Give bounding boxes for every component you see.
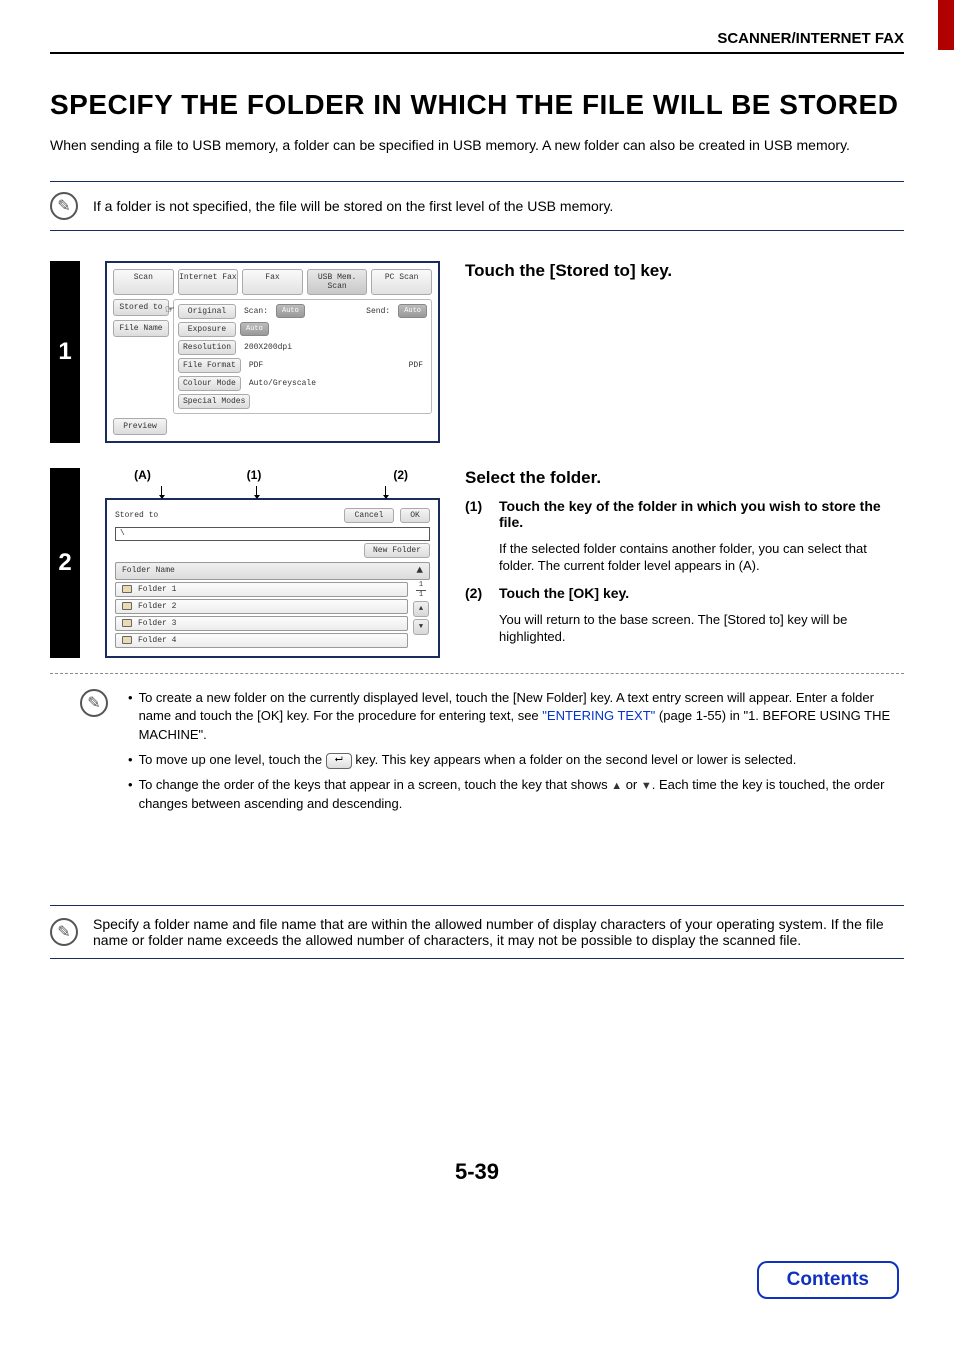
folder-icon — [122, 636, 132, 644]
dialog-title: Stored to — [115, 511, 158, 520]
note-2-text: Specify a folder name and file name that… — [93, 916, 904, 948]
step1-mock-ui: Scan Internet Fax Fax USB Mem. Scan PC S… — [105, 261, 440, 443]
tip-3-b: or — [622, 777, 641, 792]
preview-button[interactable]: Preview — [113, 418, 167, 435]
page-number: 5-39 — [50, 1159, 904, 1185]
folder-item-1[interactable]: Folder 1 — [115, 582, 408, 597]
page-total: 1 — [419, 592, 423, 599]
page-current: 1 — [419, 582, 423, 589]
header-accent — [938, 0, 954, 50]
pencil-icon: ✎ — [80, 689, 108, 717]
folder-item-2[interactable]: Folder 2 — [115, 599, 408, 614]
note-box-2: ✎ Specify a folder name and file name th… — [50, 905, 904, 959]
tab-fax[interactable]: Fax — [242, 269, 303, 295]
folder-icon — [122, 585, 132, 593]
stored-to-button[interactable]: Stored to ☞ — [113, 299, 169, 316]
file-format-value-1: PDF — [245, 359, 267, 372]
step-1-number: 1 — [50, 261, 80, 443]
section-header: SCANNER/INTERNET FAX — [50, 30, 904, 54]
page-indicator: 1 1 — [416, 582, 426, 599]
folder-icon — [122, 602, 132, 610]
folder-name-header-label: Folder Name — [122, 566, 175, 575]
folder-item-3[interactable]: Folder 3 — [115, 616, 408, 631]
folder-4-label: Folder 4 — [138, 636, 176, 645]
sub-2-desc: You will return to the base screen. The … — [499, 611, 904, 646]
folder-2-label: Folder 2 — [138, 602, 176, 611]
sort-asc-icon: ▲ — [416, 565, 423, 577]
exposure-button[interactable]: Exposure — [178, 322, 236, 337]
sub-2-num: (2) — [465, 585, 491, 605]
tip-2-a: To move up one level, touch the — [139, 752, 326, 767]
tab-pc-scan[interactable]: PC Scan — [371, 269, 432, 295]
tip-2-b: key. This key appears when a folder on t… — [352, 752, 797, 767]
step-1: 1 Scan Internet Fax Fax USB Mem. Scan PC… — [50, 261, 904, 443]
up-level-key-icon: ⮠ — [326, 753, 352, 769]
pencil-icon: ✎ — [50, 918, 78, 946]
send-label: Send: — [362, 305, 394, 318]
colour-mode-value: Auto/Greyscale — [245, 377, 320, 390]
callout-a: (A) — [105, 468, 180, 482]
step2-mock-ui: Stored to Cancel OK \ New Folder Folder … — [105, 498, 440, 658]
original-button[interactable]: Original — [178, 304, 236, 319]
triangle-down-icon: ▼ — [641, 780, 652, 792]
resolution-value: 200X200dpi — [240, 341, 296, 354]
scroll-down-button[interactable]: ▼ — [413, 619, 429, 635]
note-1-text: If a folder is not specified, the file w… — [93, 198, 613, 214]
scan-value: Auto — [276, 304, 305, 318]
stored-to-label: Stored to — [119, 303, 162, 312]
exposure-value: Auto — [240, 322, 269, 336]
send-value: Auto — [398, 304, 427, 318]
folder-3-label: Folder 3 — [138, 619, 176, 628]
entering-text-link[interactable]: "ENTERING TEXT" — [542, 708, 655, 723]
callout-2: (2) — [328, 468, 440, 482]
file-name-button[interactable]: File Name — [113, 320, 169, 337]
resolution-button[interactable]: Resolution — [178, 340, 236, 355]
step-2-title: Select the folder. — [465, 468, 904, 488]
file-format-value-2: PDF — [405, 359, 427, 372]
folder-item-4[interactable]: Folder 4 — [115, 633, 408, 648]
contents-button[interactable]: Contents — [757, 1261, 899, 1299]
tip-3-a: To change the order of the keys that app… — [139, 777, 612, 792]
intro-text: When sending a file to USB memory, a fol… — [50, 136, 904, 156]
special-modes-button[interactable]: Special Modes — [178, 394, 250, 409]
ok-button[interactable]: OK — [400, 508, 430, 523]
new-folder-button[interactable]: New Folder — [364, 543, 430, 558]
file-format-button[interactable]: File Format — [178, 358, 241, 373]
step-2: 2 (A) (1) (2) Stored to Cancel OK — [50, 468, 904, 820]
page-title: SPECIFY THE FOLDER IN WHICH THE FILE WIL… — [50, 89, 904, 121]
colour-mode-button[interactable]: Colour Mode — [178, 376, 241, 391]
tips-list: • To create a new folder on the currentl… — [128, 689, 904, 820]
cancel-button[interactable]: Cancel — [344, 508, 394, 523]
sub-1-desc: If the selected folder contains another … — [499, 540, 904, 575]
triangle-up-icon: ▲ — [611, 780, 622, 792]
folder-icon — [122, 619, 132, 627]
tab-usb-mem-scan[interactable]: USB Mem. Scan — [307, 269, 368, 295]
step-1-title: Touch the [Stored to] key. — [465, 261, 904, 281]
pencil-icon: ✎ — [50, 192, 78, 220]
dashed-separator — [50, 673, 904, 674]
scan-label: Scan: — [240, 305, 272, 318]
folder-1-label: Folder 1 — [138, 585, 176, 594]
note-box-1: ✎ If a folder is not specified, the file… — [50, 181, 904, 231]
sub-2-title: Touch the [OK] key. — [499, 585, 904, 601]
callout-1: (1) — [180, 468, 328, 482]
sub-1-title: Touch the key of the folder in which you… — [499, 498, 904, 530]
sub-1-num: (1) — [465, 498, 491, 534]
hand-pointer-icon: ☞ — [166, 302, 174, 319]
path-display: \ — [115, 527, 430, 541]
tab-internet-fax[interactable]: Internet Fax — [178, 269, 239, 295]
scroll-up-button[interactable]: ▲ — [413, 601, 429, 617]
folder-list-header[interactable]: Folder Name ▲ — [115, 562, 430, 580]
tab-scan[interactable]: Scan — [113, 269, 174, 295]
step-2-number: 2 — [50, 468, 80, 658]
